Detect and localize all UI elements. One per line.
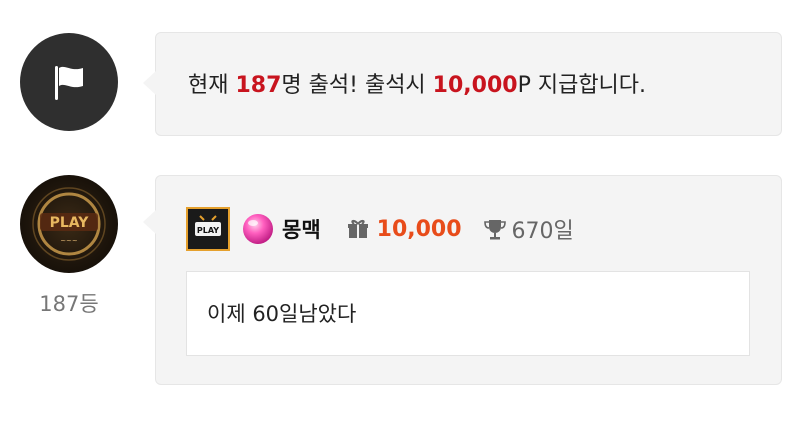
user-avatar[interactable]: PLAY ~~~ xyxy=(20,175,118,273)
level-badge-icon: PLAY xyxy=(186,207,230,251)
flag-icon xyxy=(55,66,83,100)
comment-text: 이제 60일남았다 xyxy=(207,302,357,326)
gift-icon xyxy=(347,220,368,238)
notice-bubble: 현재 187명 출석! 출석시 10,000P 지급합니다. xyxy=(143,32,782,136)
points-value: 10,000 xyxy=(376,216,462,242)
notice-avatar xyxy=(20,33,118,131)
svg-text:~~~: ~~~ xyxy=(60,237,78,245)
notice-suffix: P 지급합니다. xyxy=(517,73,647,98)
comment-box: 이제 60일남았다 xyxy=(186,271,750,356)
attendance-notice: 현재 187명 출석! 출석시 10,000P 지급합니다. xyxy=(188,67,646,99)
play-logo-avatar: PLAY ~~~ xyxy=(32,187,106,261)
nickname[interactable]: 몽맥 xyxy=(282,214,321,244)
attendance-days: 670일 xyxy=(511,219,574,244)
comment-bubble: PLAY 몽맥 10,000 670일 이제 60일남았다 xyxy=(143,175,782,385)
reward-amount: 10,000 xyxy=(432,73,518,98)
entry-meta: PLAY 몽맥 10,000 670일 xyxy=(186,207,574,251)
svg-text:PLAY: PLAY xyxy=(197,226,219,235)
notice-prefix: 현재 xyxy=(188,73,236,98)
trophy-icon xyxy=(483,220,506,240)
svg-text:PLAY: PLAY xyxy=(50,215,90,231)
attendance-count: 187 xyxy=(235,73,282,98)
rank-label: 187등 xyxy=(39,292,99,316)
notice-mid: 명 출석! 출석시 xyxy=(281,73,433,98)
pink-gem-icon xyxy=(243,214,273,244)
